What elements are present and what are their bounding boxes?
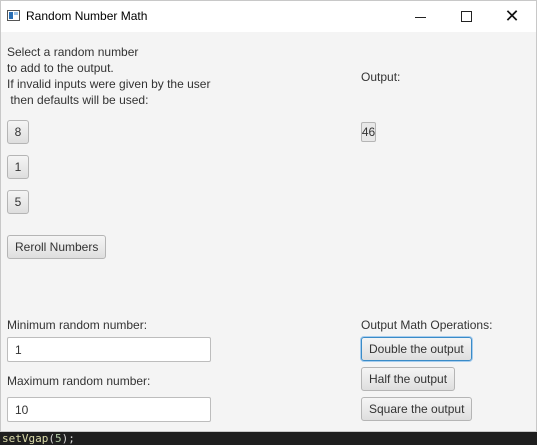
minimize-button[interactable] bbox=[397, 1, 443, 32]
random-number-button-2[interactable]: 1 bbox=[7, 155, 29, 179]
code-open-paren: ( bbox=[48, 432, 55, 445]
min-random-input[interactable] bbox=[7, 337, 211, 362]
output-label: Output: bbox=[361, 70, 401, 84]
window-title: Random Number Math bbox=[26, 9, 148, 23]
instructions-text: Select a random number to add to the out… bbox=[7, 45, 211, 107]
random-number-button-1[interactable]: 8 bbox=[7, 120, 29, 144]
app-window: Random Number Math ✕ Select a random num… bbox=[0, 0, 537, 432]
max-random-label: Maximum random number: bbox=[7, 374, 151, 388]
code-argument: 5 bbox=[54, 432, 62, 445]
code-editor-strip: setVgap(5); bbox=[0, 432, 537, 445]
half-output-button[interactable]: Half the output bbox=[361, 367, 456, 391]
operations-label: Output Math Operations: bbox=[361, 318, 493, 332]
random-number-button-3[interactable]: 5 bbox=[7, 190, 29, 214]
double-output-button[interactable]: Double the output bbox=[361, 337, 472, 361]
app-icon bbox=[7, 10, 20, 21]
min-random-label: Minimum random number: bbox=[7, 318, 148, 332]
close-button[interactable]: ✕ bbox=[489, 1, 535, 32]
close-icon: ✕ bbox=[504, 5, 520, 27]
main-content: Select a random number to add to the out… bbox=[1, 32, 536, 431]
minimize-icon bbox=[414, 17, 426, 18]
reroll-numbers-button[interactable]: Reroll Numbers bbox=[7, 235, 107, 259]
code-close: ); bbox=[61, 432, 75, 445]
square-output-button[interactable]: Square the output bbox=[361, 397, 473, 421]
max-random-input[interactable] bbox=[7, 397, 211, 422]
title-bar[interactable]: Random Number Math ✕ bbox=[1, 1, 536, 32]
output-value: 46 bbox=[361, 122, 376, 142]
maximize-icon bbox=[460, 11, 472, 22]
maximize-button[interactable] bbox=[443, 1, 489, 32]
code-function: setVgap bbox=[2, 432, 49, 445]
